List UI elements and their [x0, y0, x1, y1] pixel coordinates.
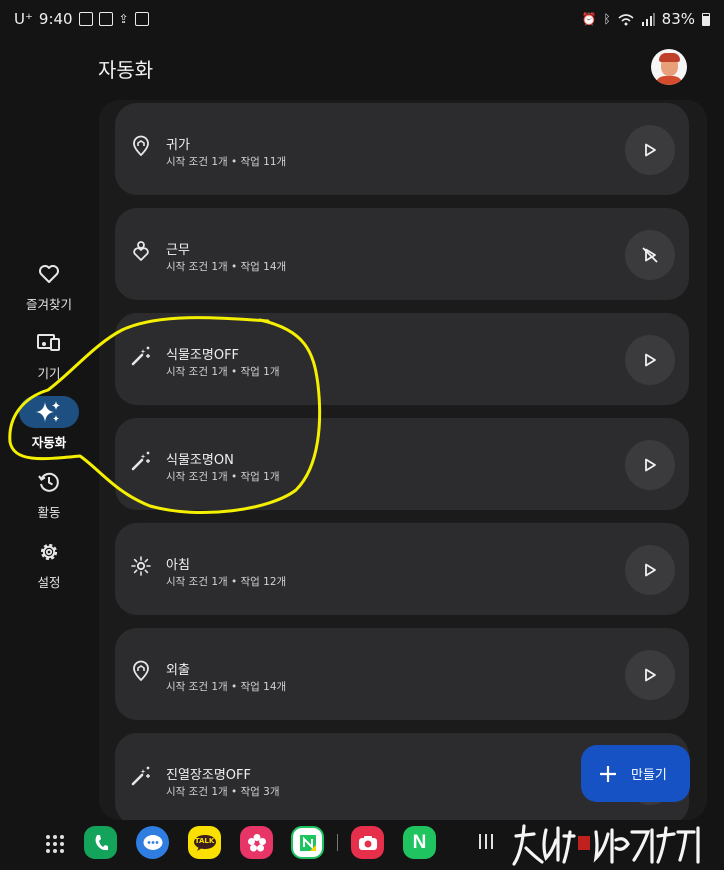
camera-app[interactable] [351, 826, 384, 859]
person-pin-icon [129, 239, 153, 263]
dock-divider [337, 834, 338, 851]
battery-icon [702, 12, 710, 26]
gear-icon [19, 536, 79, 568]
routine-name: 진열장조명OFF [166, 768, 251, 783]
magic-wand-icon [129, 344, 153, 368]
play-icon [645, 563, 656, 577]
chat-bubble-icon [143, 834, 162, 850]
carrier-label: U⁺ [14, 10, 33, 28]
routine-list[interactable]: 귀가 시작 조건 1개 • 작업 11개 근무 시작 조건 1개 • 작업 14… [99, 100, 707, 820]
run-routine-button[interactable] [625, 440, 675, 490]
nav-item-activity[interactable]: 활동 [10, 466, 88, 521]
clock: 9:40 [38, 10, 73, 28]
recents-button[interactable] [479, 834, 493, 849]
run-routine-button[interactable] [625, 545, 675, 595]
nav-label-activity: 활동 [37, 505, 61, 520]
routine-detail: 시작 조건 1개 • 작업 3개 [166, 786, 280, 798]
sparkle-icon [19, 396, 79, 428]
run-routine-button[interactable] [625, 335, 675, 385]
nav-label-devices: 기기 [37, 366, 61, 381]
nav-item-automation[interactable]: 자동화 [10, 396, 88, 451]
devices-icon [19, 327, 79, 359]
page-title: 자동화 [98, 58, 154, 82]
routine-detail: 시작 조건 1개 • 작업 11개 [166, 156, 287, 168]
routine-card[interactable]: 식물조명ON 시작 조건 1개 • 작업 1개 [115, 418, 689, 510]
status-bar-right: ⏰ ᛒ 83% [581, 10, 710, 28]
nav-label-favorites: 즐겨찾기 [25, 297, 72, 312]
naver-note-app[interactable] [291, 826, 324, 859]
nav-item-devices[interactable]: 기기 [10, 327, 88, 382]
routine-detail: 시작 조건 1개 • 작업 14개 [166, 681, 287, 693]
flower-app[interactable] [240, 826, 273, 859]
nav-label-automation: 자동화 [31, 435, 67, 450]
magic-wand-icon [129, 764, 153, 788]
gallery-icon [98, 12, 113, 26]
routine-detail: 시작 조건 1개 • 작업 1개 [166, 366, 280, 378]
signature-watermark [512, 822, 712, 870]
routine-card[interactable]: 근무 시작 조건 1개 • 작업 14개 [115, 208, 689, 300]
routine-card[interactable]: 귀가 시작 조건 1개 • 작업 11개 [115, 103, 689, 195]
routine-detail: 시작 조건 1개 • 작업 1개 [166, 471, 280, 483]
create-routine-label: 만들기 [631, 768, 667, 783]
wireless-icon: ⇪ [118, 12, 129, 26]
naver-app[interactable]: N [403, 826, 436, 859]
camera-icon [358, 835, 377, 850]
play-icon [645, 143, 656, 157]
messages-app[interactable] [136, 826, 169, 859]
signal-icon [641, 12, 655, 26]
routine-card[interactable]: 식물조명OFF 시작 조건 1개 • 작업 1개 [115, 313, 689, 405]
history-icon [19, 466, 79, 498]
routine-name: 아침 [166, 558, 190, 573]
sun-icon [129, 554, 153, 578]
routine-name: 외출 [166, 663, 190, 678]
play-icon [645, 668, 656, 682]
status-bar-left: U⁺ 9:40 ⇪ [14, 10, 149, 28]
magic-wand-icon [129, 449, 153, 473]
routine-detail: 시작 조건 1개 • 작업 14개 [166, 261, 287, 273]
battery-level: 83% [661, 10, 695, 28]
app-dock: TALK N [0, 822, 724, 870]
nav-item-favorites[interactable]: 즐겨찾기 [10, 258, 88, 313]
routine-name: 식물조명ON [166, 453, 234, 468]
play-icon [645, 458, 656, 472]
routine-detail: 시작 조건 1개 • 작업 12개 [166, 576, 287, 588]
kakao-label: TALK [194, 837, 215, 845]
run-routine-button[interactable] [625, 230, 675, 280]
run-routine-button[interactable] [625, 125, 675, 175]
run-routine-button[interactable] [625, 650, 675, 700]
naver-label: N [412, 831, 427, 853]
routine-card[interactable]: 외출 시작 조건 1개 • 작업 14개 [115, 628, 689, 720]
kakaotalk-app[interactable]: TALK [188, 826, 221, 859]
routine-name: 귀가 [166, 138, 190, 153]
note-icon [299, 834, 316, 851]
nav-item-settings[interactable]: 설정 [10, 536, 88, 591]
phone-app[interactable] [84, 826, 117, 859]
bluetooth-icon: ᛒ [603, 12, 611, 26]
app-drawer-button[interactable] [46, 835, 64, 853]
routine-card[interactable]: 아침 시작 조건 1개 • 작업 12개 [115, 523, 689, 615]
play-disabled-icon [642, 247, 658, 263]
status-bar: U⁺ 9:40 ⇪ ⏰ ᛒ 83% [0, 0, 724, 40]
plus-icon [600, 765, 616, 782]
create-routine-button[interactable]: 만들기 [581, 745, 690, 802]
heart-icon [19, 258, 79, 290]
phone-icon [95, 834, 108, 850]
flower-icon [247, 833, 266, 851]
location-home-icon [129, 134, 153, 158]
avatar[interactable] [651, 49, 687, 85]
edit-icon [134, 12, 149, 26]
screenshot-icon [78, 12, 93, 26]
location-home-icon [129, 659, 153, 683]
nav-label-settings: 설정 [37, 575, 61, 590]
wifi-icon [618, 13, 634, 25]
routine-name: 근무 [166, 243, 190, 258]
alarm-icon: ⏰ [581, 12, 597, 26]
play-icon [645, 353, 656, 367]
routine-name: 식물조명OFF [166, 348, 240, 363]
